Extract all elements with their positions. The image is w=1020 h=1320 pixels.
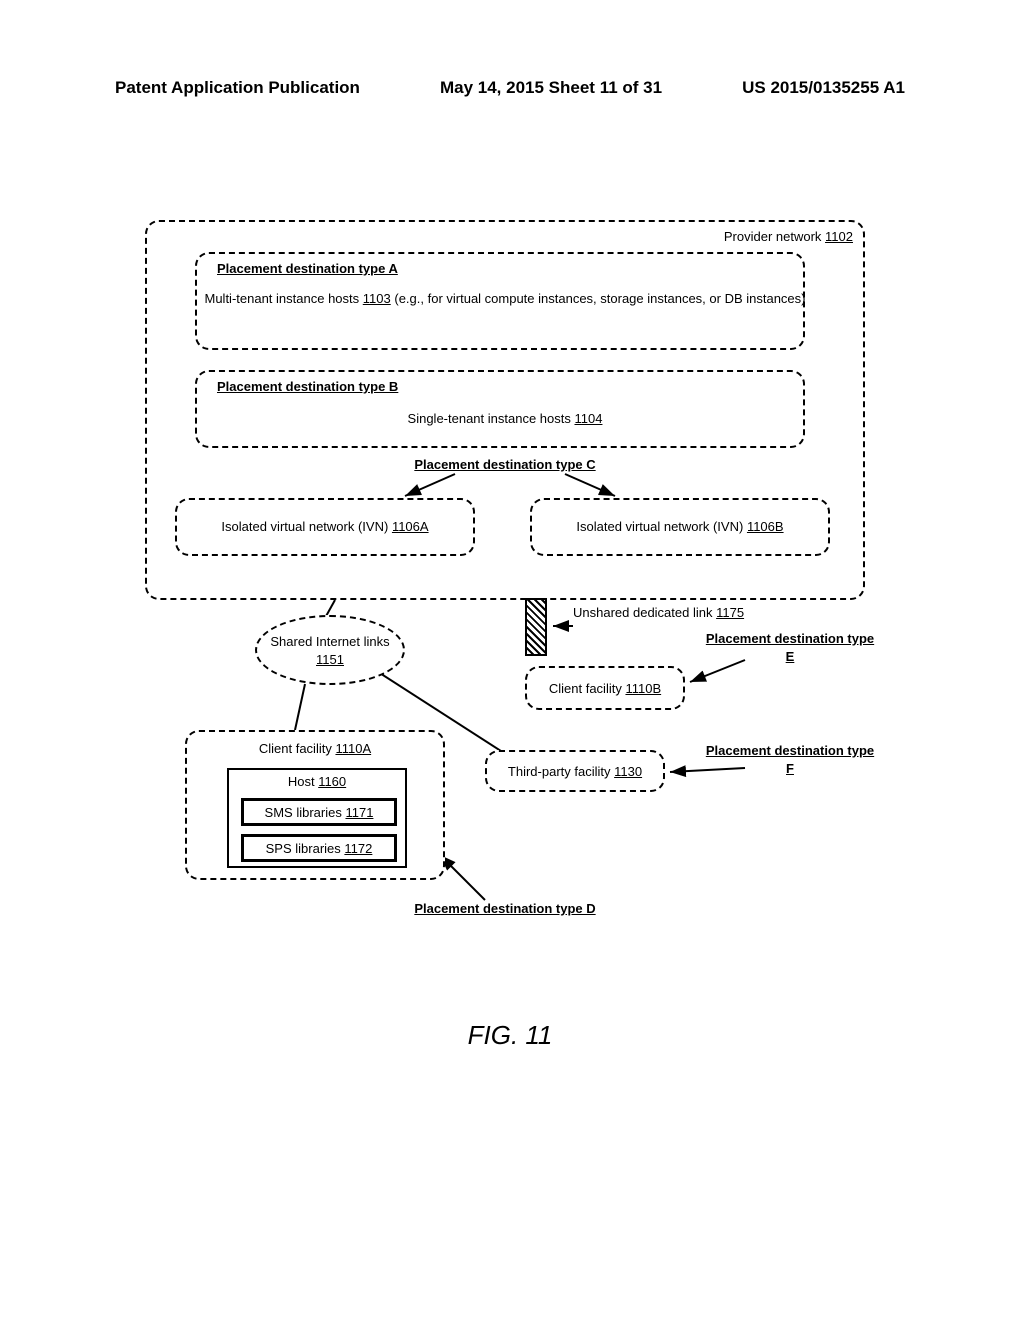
header-right: US 2015/0135255 A1 [742,78,905,98]
figure-diagram: Provider network 1102 Placement destinat… [145,220,865,920]
dedicated-link-label: Unshared dedicated link 1175 [573,604,753,622]
page-header: Patent Application Publication May 14, 2… [115,78,905,98]
placement-type-e-title: Placement destination type E [705,630,875,665]
client-facility-b-label: Client facility 1110B [527,680,683,698]
header-center: May 14, 2015 Sheet 11 of 31 [440,78,662,98]
header-left: Patent Application Publication [115,78,360,98]
shared-links-label: Shared Internet links 1151 [257,633,403,668]
client-facility-a-box: Client facility 1110A Host 1160 SMS libr… [185,730,445,880]
dedicated-link-icon [525,598,547,656]
host-box: Host 1160 SMS libraries 1171 SPS librari… [227,768,407,868]
placement-type-d-title: Placement destination type D [375,900,635,918]
figure-caption: FIG. 11 [0,1020,1020,1051]
shared-internet-links: Shared Internet links 1151 [255,615,405,685]
third-party-label: Third-party facility 1130 [487,763,663,781]
placement-type-f-title: Placement destination type F [705,742,875,777]
host-label: Host 1160 [229,774,405,789]
sps-libraries-box: SPS libraries 1172 [241,834,397,862]
client-facility-b-box: Client facility 1110B [525,666,685,710]
sms-libraries-box: SMS libraries 1171 [241,798,397,826]
third-party-facility-box: Third-party facility 1130 [485,750,665,792]
client-facility-a-label: Client facility 1110A [187,740,443,758]
